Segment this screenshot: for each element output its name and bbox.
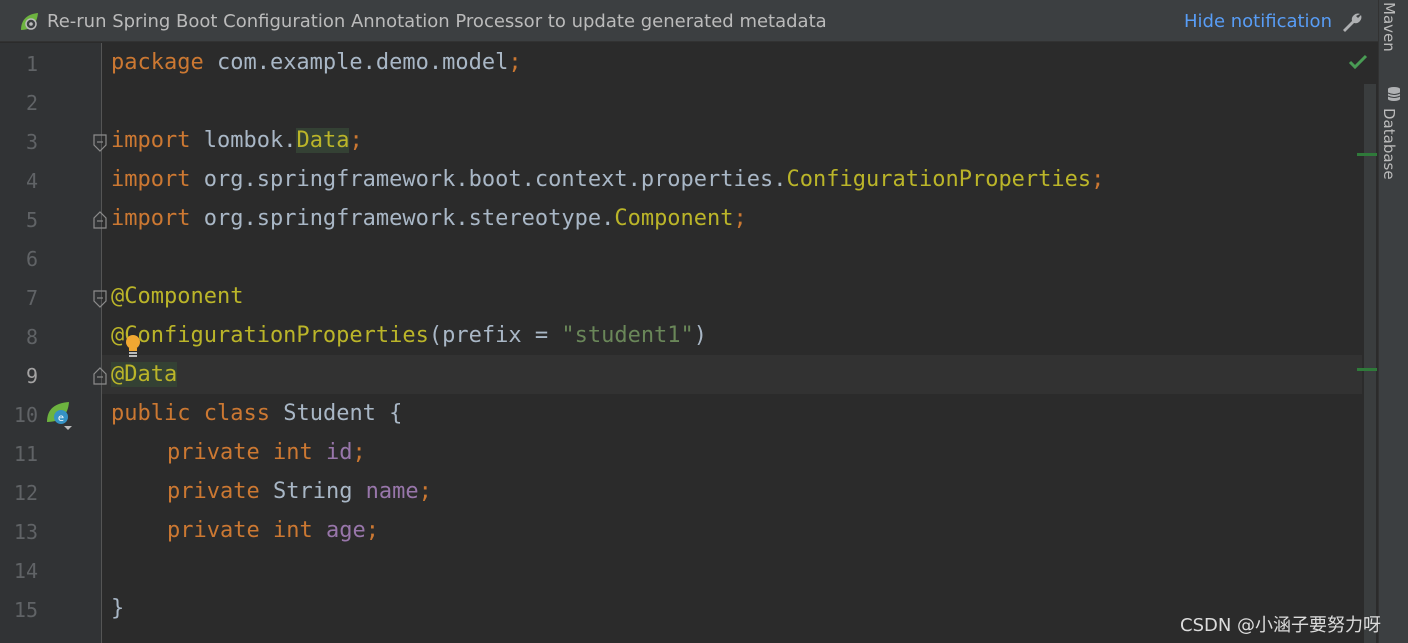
code-token: ;	[733, 206, 747, 231]
code-token: @Data	[111, 362, 178, 387]
code-token: int	[259, 518, 313, 543]
change-marker[interactable]	[1357, 153, 1377, 156]
hide-notification-link[interactable]: Hide notification	[1184, 11, 1332, 32]
notification-bar: Re-run Spring Boot Configuration Annotat…	[0, 0, 1378, 42]
watermark: CSDN @小涵子要努力呀	[1180, 615, 1382, 636]
code-line-5[interactable]: import org.springframework.stereotype.Co…	[111, 206, 747, 231]
line-number: 4	[25, 169, 38, 193]
code-line-4[interactable]: import org.springframework.boot.context.…	[111, 167, 1104, 192]
code-token: String	[259, 479, 353, 504]
code-token: ;	[1091, 167, 1105, 192]
code-token: private	[167, 479, 260, 504]
code-line-13[interactable]: private int age;	[167, 518, 379, 543]
wrench-icon[interactable]	[1340, 10, 1364, 34]
gutter-divider	[101, 43, 102, 643]
code-token: public	[111, 401, 191, 426]
line-number: 1	[25, 52, 38, 76]
code-token: import	[111, 206, 191, 231]
code-token: com.example.demo.model	[203, 50, 509, 75]
current-line-highlight	[102, 355, 1362, 394]
code-token: ;	[349, 128, 363, 153]
code-token: package	[111, 50, 204, 75]
code-line-11[interactable]: private int id;	[167, 440, 366, 465]
code-token: private	[167, 518, 260, 543]
code-token: @Component	[111, 284, 244, 309]
line-number: 15	[13, 598, 38, 622]
code-token: Student {	[269, 401, 403, 426]
line-number: 14	[13, 559, 38, 583]
line-number: 2	[25, 91, 38, 115]
code-token: int	[259, 440, 313, 465]
vertical-scrollbar[interactable]	[1364, 84, 1376, 643]
lightbulb-icon[interactable]	[124, 333, 142, 359]
line-number: 13	[13, 520, 38, 544]
line-number: 7	[25, 286, 38, 310]
line-number: 12	[13, 481, 38, 505]
line-number: 10	[13, 403, 38, 427]
maven-tab[interactable]: Maven	[1380, 2, 1398, 52]
code-token: import	[111, 167, 191, 192]
code-token: private	[167, 440, 260, 465]
code-line-9[interactable]: @Data	[111, 362, 178, 387]
code-token: lombok.	[190, 128, 297, 153]
code-token: name	[352, 479, 419, 504]
spring-leaf-icon	[21, 13, 38, 30]
line-number: 3	[25, 130, 38, 154]
code-token: class	[190, 401, 270, 426]
code-line-7[interactable]: @Component	[111, 284, 243, 309]
code-token: ;	[365, 518, 379, 543]
code-token: ;	[352, 440, 366, 465]
code-token: @ConfigurationProperties	[111, 323, 429, 348]
code-token: id	[312, 440, 353, 465]
fold-icon[interactable]	[93, 367, 107, 385]
notification-message: Re-run Spring Boot Configuration Annotat…	[47, 11, 827, 32]
line-number: 11	[13, 442, 38, 466]
code-token: age	[312, 518, 366, 543]
fold-icon[interactable]	[93, 290, 107, 308]
code-line-8[interactable]: @ConfigurationProperties(prefix = "stude…	[111, 323, 707, 348]
fold-icon[interactable]	[93, 211, 107, 229]
code-token: ConfigurationProperties	[786, 167, 1092, 192]
code-token: ;	[508, 50, 522, 75]
line-number: 5	[25, 208, 38, 232]
database-icon[interactable]	[1386, 86, 1402, 102]
line-number-current: 9	[25, 364, 38, 388]
spring-bean-icon[interactable]: e	[45, 400, 75, 430]
code-token: "student1"	[561, 323, 694, 348]
code-token: org.springframework.stereotype.	[190, 206, 615, 231]
code-token: Component	[614, 206, 734, 231]
fold-icon[interactable]	[93, 134, 107, 152]
code-line-3[interactable]: import lombok.Data;	[111, 128, 363, 153]
line-number: 6	[25, 247, 38, 271]
code-token: )	[693, 323, 708, 348]
line-number: 8	[25, 325, 38, 349]
check-icon[interactable]	[1348, 52, 1368, 72]
code-token: org.springframework.boot.context.propert…	[190, 167, 787, 192]
code-line-15[interactable]: }	[111, 596, 124, 621]
code-line-12[interactable]: private String name;	[167, 479, 432, 504]
code-token: }	[111, 596, 125, 621]
code-token: import	[111, 128, 191, 153]
code-line-1[interactable]: package com.example.demo.model;	[111, 50, 522, 75]
code-token: Data	[296, 128, 350, 153]
change-marker[interactable]	[1357, 368, 1377, 371]
code-token: (prefix =	[428, 323, 562, 348]
database-tab[interactable]: Database	[1380, 108, 1398, 180]
code-token: ;	[418, 479, 432, 504]
code-line-10[interactable]: public class Student {	[111, 401, 402, 426]
svg-text:e: e	[58, 413, 64, 424]
